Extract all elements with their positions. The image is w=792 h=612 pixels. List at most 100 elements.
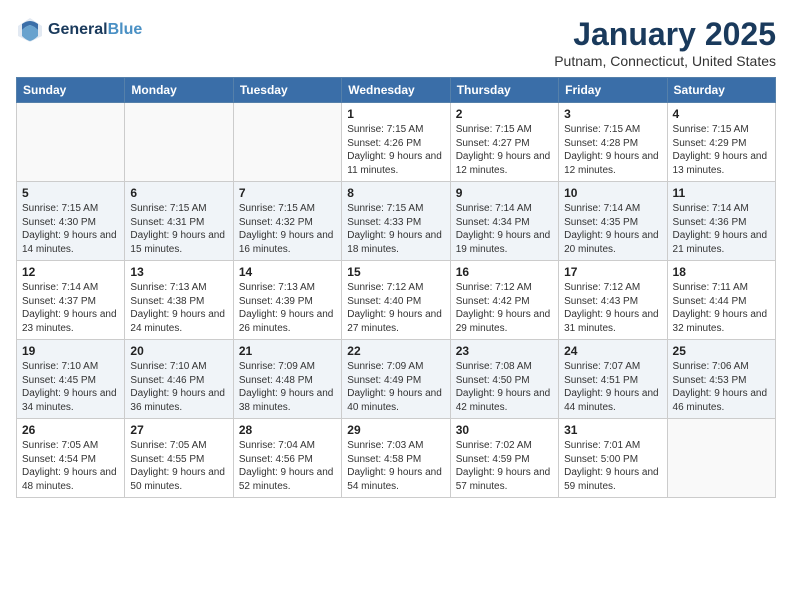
calendar-day-cell: 31Sunrise: 7:01 AMSunset: 5:00 PMDayligh… [559,419,667,498]
day-number: 1 [347,107,444,121]
day-number: 31 [564,423,661,437]
calendar-day-cell: 4 Sunrise: 7:15 AMSunset: 4:29 PMDaylight… [667,103,775,182]
day-number: 16 [456,265,553,279]
day-info: Sunrise: 7:05 AMSunset: 4:55 PMDaylight:… [130,439,227,493]
logo-icon [16,16,44,44]
day-info: Sunrise: 7:03 AMSunset: 4:58 PMDaylight:… [347,439,444,493]
day-number: 15 [347,265,444,279]
calendar-week-row: 12 Sunrise: 7:14 AMSunset: 4:37 PMDayligh… [17,261,776,340]
day-number: 5 [22,186,119,200]
calendar-day-cell: 17Sunrise: 7:12 AMSunset: 4:43 PMDayligh… [559,261,667,340]
day-number: 21 [239,344,336,358]
day-number: 3 [564,107,661,121]
weekday-header-sunday: Sunday [17,78,125,103]
weekday-header-wednesday: Wednesday [342,78,450,103]
calendar-day-cell: 9 Sunrise: 7:14 AMSunset: 4:34 PMDaylight… [450,182,558,261]
day-info: Sunrise: 7:02 AMSunset: 4:59 PMDaylight:… [456,439,553,493]
day-number: 8 [347,186,444,200]
day-number: 22 [347,344,444,358]
day-number: 27 [130,423,227,437]
day-info: Sunrise: 7:14 AMSunset: 4:37 PMDaylight:… [22,281,119,335]
title-block: January 2025 Putnam, Connecticut, United… [554,16,776,69]
calendar-day-cell: 24 Sunrise: 7:07 AMSunset: 4:51 PMDayligh… [559,340,667,419]
calendar-day-cell: 26 Sunrise: 7:05 AMSunset: 4:54 PMDayligh… [17,419,125,498]
weekday-header-saturday: Saturday [667,78,775,103]
day-info: Sunrise: 7:10 AMSunset: 4:46 PMDaylight:… [130,360,227,414]
day-info: Sunrise: 7:15 AMSunset: 4:30 PMDaylight:… [22,202,119,256]
day-info: Sunrise: 7:14 AMSunset: 4:36 PMDaylight:… [673,202,770,256]
calendar-day-cell: 1 Sunrise: 7:15 AMSunset: 4:26 PMDaylight… [342,103,450,182]
calendar-day-cell: 14Sunrise: 7:13 AMSunset: 4:39 PMDayligh… [233,261,341,340]
day-number: 20 [130,344,227,358]
month-title: January 2025 [554,16,776,53]
day-number: 13 [130,265,227,279]
day-info: Sunrise: 7:05 AMSunset: 4:54 PMDaylight:… [22,439,119,493]
day-info: Sunrise: 7:12 AMSunset: 4:42 PMDaylight:… [456,281,553,335]
calendar-day-cell: 5 Sunrise: 7:15 AMSunset: 4:30 PMDaylight… [17,182,125,261]
day-number: 17 [564,265,661,279]
calendar-day-cell: 13Sunrise: 7:13 AMSunset: 4:38 PMDayligh… [125,261,233,340]
calendar-day-cell: 7Sunrise: 7:15 AMSunset: 4:32 PMDaylight… [233,182,341,261]
day-info: Sunrise: 7:15 AMSunset: 4:29 PMDaylight:… [673,123,770,177]
logo: GeneralBlue [16,16,142,44]
calendar-week-row: 5 Sunrise: 7:15 AMSunset: 4:30 PMDaylight… [17,182,776,261]
calendar-day-cell: 11Sunrise: 7:14 AMSunset: 4:36 PMDayligh… [667,182,775,261]
day-info: Sunrise: 7:10 AMSunset: 4:45 PMDaylight:… [22,360,119,414]
day-number: 19 [22,344,119,358]
calendar-day-cell: 27 Sunrise: 7:05 AMSunset: 4:55 PMDayligh… [125,419,233,498]
calendar-day-cell: 22Sunrise: 7:09 AMSunset: 4:49 PMDayligh… [342,340,450,419]
calendar-day-cell: 20 Sunrise: 7:10 AMSunset: 4:46 PMDayligh… [125,340,233,419]
calendar-week-row: 26 Sunrise: 7:05 AMSunset: 4:54 PMDayligh… [17,419,776,498]
calendar-day-cell: 3Sunrise: 7:15 AMSunset: 4:28 PMDaylight… [559,103,667,182]
day-number: 4 [673,107,770,121]
calendar-day-cell: 21Sunrise: 7:09 AMSunset: 4:48 PMDayligh… [233,340,341,419]
day-info: Sunrise: 7:14 AMSunset: 4:34 PMDaylight:… [456,202,553,256]
weekday-header-thursday: Thursday [450,78,558,103]
calendar-day-cell: 12 Sunrise: 7:14 AMSunset: 4:37 PMDayligh… [17,261,125,340]
calendar-day-cell: 10Sunrise: 7:14 AMSunset: 4:35 PMDayligh… [559,182,667,261]
page-header: GeneralBlue January 2025 Putnam, Connect… [16,16,776,69]
day-number: 12 [22,265,119,279]
calendar-day-cell: 15Sunrise: 7:12 AMSunset: 4:40 PMDayligh… [342,261,450,340]
day-number: 9 [456,186,553,200]
day-number: 30 [456,423,553,437]
location: Putnam, Connecticut, United States [554,53,776,69]
calendar-empty-cell [17,103,125,182]
calendar-day-cell: 8 Sunrise: 7:15 AMSunset: 4:33 PMDaylight… [342,182,450,261]
weekday-header-tuesday: Tuesday [233,78,341,103]
calendar-empty-cell [125,103,233,182]
day-number: 23 [456,344,553,358]
calendar-day-cell: 28Sunrise: 7:04 AMSunset: 4:56 PMDayligh… [233,419,341,498]
day-number: 24 [564,344,661,358]
day-info: Sunrise: 7:08 AMSunset: 4:50 PMDaylight:… [456,360,553,414]
calendar-day-cell: 16 Sunrise: 7:12 AMSunset: 4:42 PMDayligh… [450,261,558,340]
day-info: Sunrise: 7:07 AMSunset: 4:51 PMDaylight:… [564,360,661,414]
day-info: Sunrise: 7:15 AMSunset: 4:26 PMDaylight:… [347,123,444,177]
day-info: Sunrise: 7:15 AMSunset: 4:33 PMDaylight:… [347,202,444,256]
weekday-header-monday: Monday [125,78,233,103]
calendar-empty-cell [667,419,775,498]
calendar-day-cell: 2 Sunrise: 7:15 AMSunset: 4:27 PMDaylight… [450,103,558,182]
day-info: Sunrise: 7:15 AMSunset: 4:27 PMDaylight:… [456,123,553,177]
day-info: Sunrise: 7:13 AMSunset: 4:39 PMDaylight:… [239,281,336,335]
weekday-header-friday: Friday [559,78,667,103]
calendar-empty-cell [233,103,341,182]
calendar-day-cell: 23 Sunrise: 7:08 AMSunset: 4:50 PMDayligh… [450,340,558,419]
day-number: 7 [239,186,336,200]
day-info: Sunrise: 7:14 AMSunset: 4:35 PMDaylight:… [564,202,661,256]
day-number: 6 [130,186,227,200]
calendar-week-row: 19 Sunrise: 7:10 AMSunset: 4:45 PMDayligh… [17,340,776,419]
day-info: Sunrise: 7:04 AMSunset: 4:56 PMDaylight:… [239,439,336,493]
day-number: 25 [673,344,770,358]
day-number: 29 [347,423,444,437]
day-info: Sunrise: 7:15 AMSunset: 4:31 PMDaylight:… [130,202,227,256]
day-info: Sunrise: 7:06 AMSunset: 4:53 PMDaylight:… [673,360,770,414]
logo-text: GeneralBlue [48,21,142,39]
calendar-day-cell: 19 Sunrise: 7:10 AMSunset: 4:45 PMDayligh… [17,340,125,419]
calendar-day-cell: 30 Sunrise: 7:02 AMSunset: 4:59 PMDayligh… [450,419,558,498]
calendar-table: SundayMondayTuesdayWednesdayThursdayFrid… [16,77,776,498]
day-number: 26 [22,423,119,437]
weekday-header-row: SundayMondayTuesdayWednesdayThursdayFrid… [17,78,776,103]
day-number: 2 [456,107,553,121]
calendar-day-cell: 6 Sunrise: 7:15 AMSunset: 4:31 PMDaylight… [125,182,233,261]
